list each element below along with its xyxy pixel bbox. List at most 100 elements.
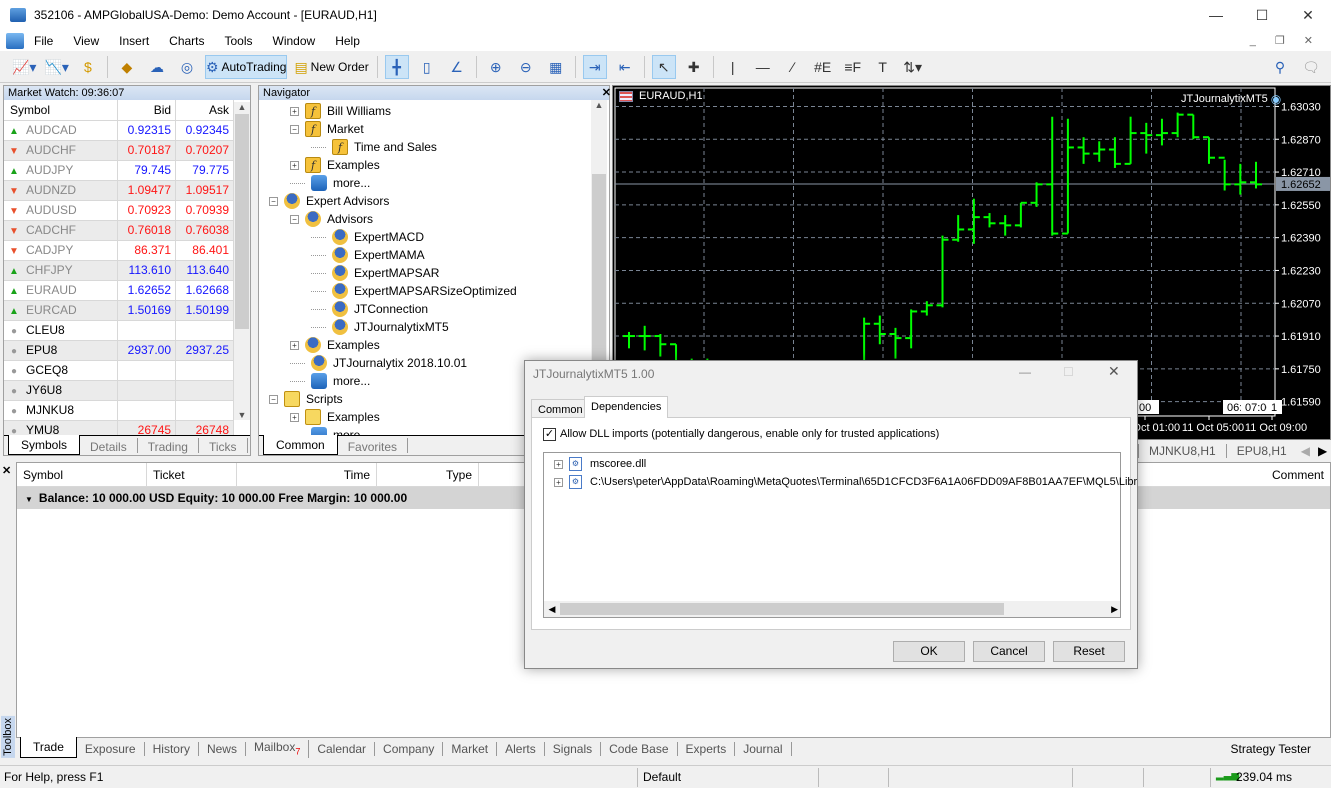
tab-signals[interactable]: Signals xyxy=(545,742,602,756)
search-icon[interactable]: ⚲ xyxy=(1268,55,1292,79)
tab-code-base[interactable]: Code Base xyxy=(601,742,678,756)
market-watch-row[interactable]: ▲ CHFJPY 113.610 113.640 xyxy=(4,260,234,281)
market-watch-row[interactable]: ▼ AUDNZD 1.09477 1.09517 xyxy=(4,180,234,201)
horizontal-line-icon[interactable]: — xyxy=(751,55,775,79)
navigator-item[interactable]: − f Market xyxy=(290,120,364,138)
expand-icon[interactable]: + xyxy=(554,477,563,487)
reset-button[interactable]: Reset xyxy=(1053,641,1125,662)
zoom-out-icon[interactable]: ⊖ xyxy=(514,55,538,79)
navigator-item[interactable]: JTConnection xyxy=(311,300,428,318)
column-header[interactable]: Symbol xyxy=(4,100,119,121)
mdi-controls[interactable]: _ ❐ ✕ xyxy=(1250,34,1321,47)
navigator-item[interactable]: + f Bill Williams xyxy=(290,102,391,120)
column-header[interactable]: Time xyxy=(237,463,377,486)
signal-icon[interactable]: ◎ xyxy=(175,55,199,79)
expand-icon[interactable]: + xyxy=(290,340,299,350)
market-watch-row[interactable]: ▲ EURCAD 1.50169 1.50199 xyxy=(4,300,234,321)
tab-market[interactable]: Market xyxy=(443,742,498,756)
navigator-item[interactable]: − Expert Advisors xyxy=(269,192,389,210)
navigator-item[interactable]: JTJournalytix 2018.10.01 xyxy=(290,354,467,372)
market-watch-row[interactable]: ▼ CADCHF 0.76018 0.76038 xyxy=(4,220,234,241)
maximize-button[interactable]: ☐ xyxy=(1239,0,1285,30)
market-watch-row[interactable]: ▲ AUDJPY 79.745 79.775 xyxy=(4,160,234,181)
navigator-item[interactable]: more... xyxy=(290,174,370,192)
dialog-minimize-button[interactable]: — xyxy=(1019,365,1031,379)
navigator-item[interactable]: ExpertMACD xyxy=(311,228,424,246)
navigator-item[interactable]: − Advisors xyxy=(290,210,373,228)
scrollbar[interactable]: ▲ ▼ xyxy=(234,102,250,420)
navigator-icon[interactable]: ◆ xyxy=(115,55,139,79)
vertical-line-icon[interactable]: | xyxy=(721,55,745,79)
chart-tab[interactable]: EPU8,H1 xyxy=(1225,443,1297,458)
market-watch-row[interactable]: ▼ AUDCHF 0.70187 0.70207 xyxy=(4,140,234,161)
tab-favorites[interactable]: Favorites xyxy=(338,438,409,454)
new-order-button[interactable]: ▤ New Order xyxy=(293,55,369,79)
zoom-in-icon[interactable]: ⊕ xyxy=(484,55,508,79)
expand-icon[interactable]: + xyxy=(290,160,299,170)
navigator-item[interactable]: ExpertMAPSAR xyxy=(311,264,439,282)
candlestick-icon[interactable]: ▯ xyxy=(415,55,439,79)
market-watch-row[interactable]: ● EPU8 2937.00 2937.25 xyxy=(4,340,234,361)
tab-history[interactable]: History xyxy=(145,742,199,756)
tab-exposure[interactable]: Exposure xyxy=(77,742,145,756)
navigator-item[interactable]: + f Examples xyxy=(290,156,380,174)
horizontal-scrollbar[interactable]: ◀ ▶ xyxy=(544,601,1120,617)
tile-windows-icon[interactable]: ▦ xyxy=(544,55,568,79)
navigator-item[interactable]: f Time and Sales xyxy=(311,138,437,156)
close-button[interactable]: ✕ xyxy=(1285,0,1331,30)
navigator-item[interactable]: ExpertMAPSARSizeOptimized xyxy=(311,282,517,300)
menu-file[interactable]: File xyxy=(24,34,63,48)
market-watch-row[interactable]: ▲ AUDCAD 0.92315 0.92345 xyxy=(4,120,234,141)
market-watch-row[interactable]: ▼ AUDUSD 0.70923 0.70939 xyxy=(4,200,234,221)
collapse-icon[interactable]: − xyxy=(290,124,299,134)
column-header[interactable]: Comment xyxy=(1130,463,1330,486)
cancel-button[interactable]: Cancel xyxy=(973,641,1045,662)
collapse-icon[interactable]: − xyxy=(269,394,278,404)
tab-symbols[interactable]: Symbols xyxy=(8,435,81,455)
expand-icon[interactable]: + xyxy=(554,459,563,469)
market-watch-icon[interactable]: $ xyxy=(76,55,100,79)
tab-news[interactable]: News xyxy=(199,742,246,756)
dialog-maximize-button[interactable]: ☐ xyxy=(1063,365,1074,379)
market-watch-row[interactable]: ● JY6U8 xyxy=(4,380,234,401)
arrows-icon[interactable]: ⇅▾ xyxy=(901,55,925,79)
bar-chart-icon[interactable]: ╋ xyxy=(384,55,409,79)
tab-alerts[interactable]: Alerts xyxy=(497,742,545,756)
text-icon[interactable]: T xyxy=(871,55,895,79)
cursor-icon[interactable]: ↖ xyxy=(651,55,676,79)
new-chart-icon[interactable]: 📈▾ xyxy=(11,55,37,79)
tab-trading[interactable]: Trading xyxy=(138,438,199,454)
market-watch-row[interactable]: ● GCEQ8 xyxy=(4,360,234,381)
menu-tools[interactable]: Tools xyxy=(215,34,263,48)
expert-label[interactable]: JTJournalytixMT5 ◉ xyxy=(1181,92,1281,106)
tab-ticks[interactable]: Ticks xyxy=(199,438,248,454)
trendline-icon[interactable]: ∕ xyxy=(781,55,805,79)
navigator-item[interactable]: ExpertMAMA xyxy=(311,246,425,264)
market-watch-row[interactable]: ● CLEU8 xyxy=(4,320,234,341)
auto-scroll-icon[interactable]: ⇥ xyxy=(582,55,607,79)
tab-common[interactable]: Common xyxy=(531,399,590,419)
column-header[interactable]: Ticket xyxy=(147,463,237,486)
column-header[interactable]: Bid xyxy=(117,100,177,121)
market-watch-row[interactable]: ▼ CADJPY 86.371 86.401 xyxy=(4,240,234,261)
market-watch-row[interactable]: ● MJNKU8 xyxy=(4,400,234,421)
chat-icon[interactable]: 🗨 xyxy=(1299,55,1323,79)
menu-view[interactable]: View xyxy=(63,34,109,48)
collapse-icon[interactable]: − xyxy=(269,196,278,206)
fibonacci-icon[interactable]: ≡F xyxy=(841,55,865,79)
navigator-item[interactable]: JTJournalytixMT5 xyxy=(311,318,449,336)
collapse-icon[interactable]: − xyxy=(290,214,299,224)
expand-icon[interactable]: + xyxy=(290,106,299,116)
menu-help[interactable]: Help xyxy=(325,34,370,48)
column-header[interactable]: Ask xyxy=(175,100,234,121)
line-chart-icon[interactable]: ∠ xyxy=(445,55,469,79)
menu-charts[interactable]: Charts xyxy=(159,34,214,48)
tab-experts[interactable]: Experts xyxy=(678,742,736,756)
dependency-item[interactable]: + ⚙ mscoree.dll xyxy=(554,456,646,472)
dependency-item[interactable]: + ⚙ C:\Users\peter\AppData\Roaming\MetaQuo… xyxy=(554,474,1137,490)
tab-journal[interactable]: Journal xyxy=(735,742,792,756)
tab-dependencies[interactable]: Dependencies xyxy=(584,396,669,418)
column-header[interactable]: Type xyxy=(377,463,479,486)
navigator-item[interactable]: + Examples xyxy=(290,336,380,354)
expand-icon[interactable]: + xyxy=(290,412,299,422)
